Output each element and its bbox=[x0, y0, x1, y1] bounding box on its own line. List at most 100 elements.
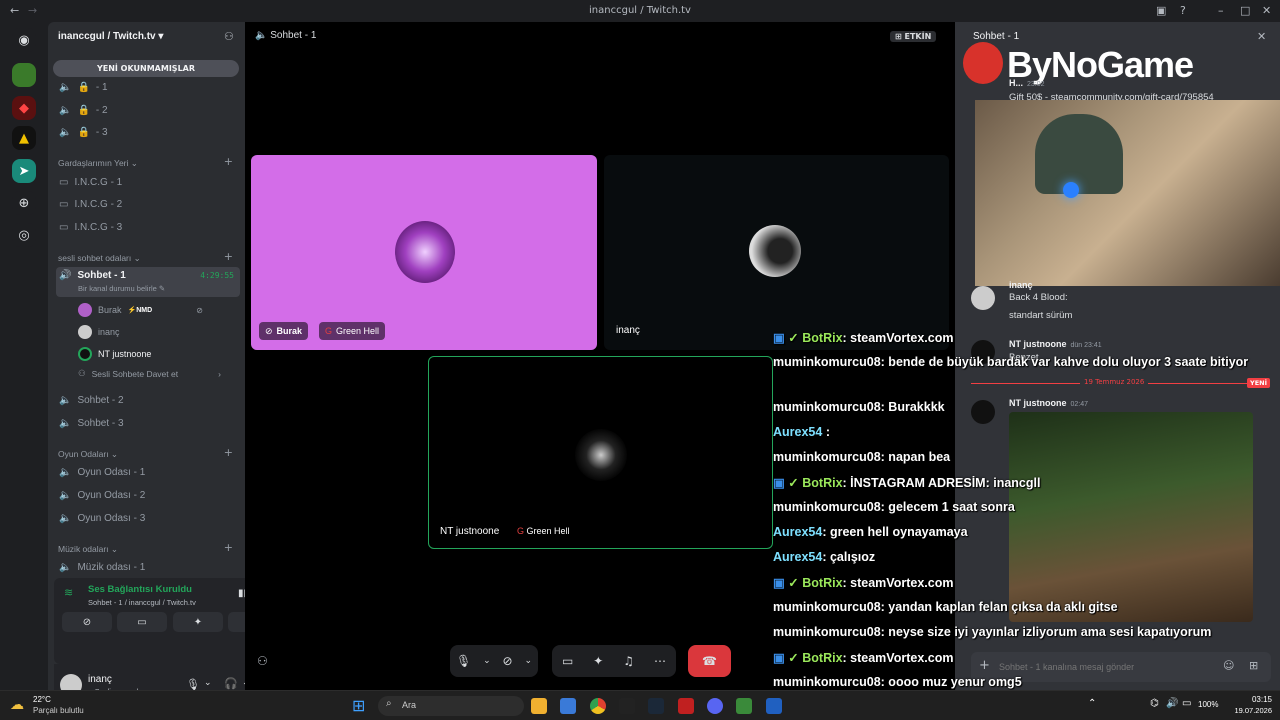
add-channel-icon[interactable]: + bbox=[224, 155, 233, 168]
app-icon-blue[interactable] bbox=[766, 698, 782, 714]
voice-member-inanc[interactable]: inanç bbox=[78, 325, 120, 339]
burak-avatar bbox=[395, 221, 455, 283]
text-channel-3[interactable]: ▭ I.N.C.G - 3 bbox=[56, 217, 240, 237]
chat-username: muminkomurcu08 bbox=[773, 625, 881, 639]
activities-button[interactable]: ✦ bbox=[173, 612, 223, 632]
invite-people-icon[interactable]: ⚇ bbox=[257, 654, 268, 668]
epic-games-icon[interactable] bbox=[619, 698, 635, 714]
chat-text: : yandan kaplan felan çıksa da aklı gits… bbox=[880, 600, 1118, 614]
camera-off-button[interactable]: ⊘ bbox=[62, 612, 112, 632]
server-icon-1[interactable] bbox=[12, 63, 36, 87]
volume-icon[interactable]: 🔊 bbox=[1166, 698, 1178, 709]
locked-channel-3[interactable]: 🔈 🔒 - 3 bbox=[56, 122, 240, 142]
more-options-icon[interactable]: ⋯ bbox=[654, 654, 666, 668]
nt-avatar bbox=[575, 429, 627, 481]
hang-up-button[interactable]: ☎ bbox=[688, 645, 731, 677]
voice-channel-2[interactable]: 🔈 Sohbet - 2 bbox=[56, 390, 240, 410]
weather-icon[interactable]: ☁ bbox=[10, 697, 24, 713]
tray-chevron-icon[interactable]: ⌃ bbox=[1088, 698, 1096, 709]
voice-channel-3[interactable]: 🔈 Sohbet - 3 bbox=[56, 413, 240, 433]
video-tile-inanc[interactable]: inanç bbox=[604, 155, 949, 350]
chevron-down-icon[interactable]: ⌄ bbox=[483, 656, 491, 666]
video-tile-burak[interactable]: ⊘ Burak G Green Hell bbox=[251, 155, 597, 350]
game-room-3[interactable]: 🔈 Oyun Odası - 3 bbox=[56, 508, 240, 528]
chrome-icon[interactable] bbox=[590, 698, 606, 714]
server-icon-inanccgul[interactable]: ◆ bbox=[12, 96, 36, 120]
microphone-icon[interactable]: 🎙 bbox=[456, 654, 471, 668]
game-room-2[interactable]: 🔈 Oyun Odası - 2 bbox=[56, 485, 240, 505]
invite-icon: ⚇ bbox=[78, 368, 86, 378]
file-explorer-icon[interactable] bbox=[531, 698, 547, 714]
inanc-avatar bbox=[749, 225, 801, 277]
close-panel-icon[interactable]: ✕ bbox=[1257, 30, 1266, 43]
store-icon[interactable] bbox=[560, 698, 576, 714]
steam-icon[interactable] bbox=[648, 698, 664, 714]
voice-member-burak[interactable]: Burak ⚡NMD ⊘ bbox=[78, 303, 203, 317]
server-name[interactable]: inanccgul / Twitch.tv ▾ bbox=[58, 31, 163, 42]
add-channel-icon[interactable]: + bbox=[224, 250, 233, 263]
chat-text: : gelecem 1 saat sonra bbox=[880, 500, 1015, 514]
network-icon[interactable]: ⌬ bbox=[1150, 698, 1159, 709]
app-icon-red[interactable] bbox=[678, 698, 694, 714]
nmd-badge: ⚡NMD bbox=[127, 307, 153, 314]
text-channel-icon: ▭ bbox=[59, 221, 69, 233]
category-sesli[interactable]: sesli sohbet odaları ⌄ bbox=[58, 253, 141, 264]
stream-chat-overlay: ▣ ✓ BotRix: steamVortex.com muminkomurcu0… bbox=[770, 330, 1280, 720]
game-room-1[interactable]: 🔈 Oyun Odası - 1 bbox=[56, 462, 240, 482]
video-tile-nt[interactable]: NT justnoone G Green Hell bbox=[428, 356, 773, 549]
inbox-icon[interactable]: ▣ bbox=[1156, 4, 1166, 17]
chevron-down-icon[interactable]: ⌄ bbox=[204, 678, 212, 688]
clock-time[interactable]: 03:15 bbox=[1232, 695, 1272, 704]
invite-to-voice[interactable]: ⚇ Sesli Sohbete Davet et › bbox=[78, 368, 221, 379]
chat-username: BotRix bbox=[802, 651, 843, 665]
send-icon[interactable]: ➤ bbox=[12, 159, 36, 183]
chat-text: : napan bea bbox=[880, 450, 951, 464]
music-room-1[interactable]: 🔈 Müzik odası - 1 bbox=[56, 557, 240, 577]
voice-channel-active[interactable]: 🔊 Sohbet - 1 4:29:55 Bir kanal durumu be… bbox=[56, 267, 240, 297]
add-server-icon[interactable]: ⊕ bbox=[12, 191, 36, 215]
verified-check-icon: ✓ bbox=[788, 576, 803, 590]
windows-start-icon[interactable]: ⊞ bbox=[352, 696, 365, 715]
category-muzik[interactable]: Müzik odaları ⌄ bbox=[58, 544, 118, 555]
locked-channel-1[interactable]: 🔈 🔒 - 1 bbox=[56, 77, 240, 97]
discord-home-icon[interactable]: ◉ bbox=[12, 28, 36, 52]
category-oyun[interactable]: Oyun Odaları ⌄ bbox=[58, 449, 118, 460]
channel-status-hint[interactable]: Bir kanal durumu belirle ✎ bbox=[78, 284, 165, 293]
add-channel-icon[interactable]: + bbox=[224, 446, 233, 459]
locked-channel-2[interactable]: 🔈 🔒 - 2 bbox=[56, 100, 240, 120]
connection-status[interactable]: Ses Bağlantısı Kuruldu bbox=[88, 584, 192, 595]
activity-badge[interactable]: ⊞ ETKİN bbox=[890, 31, 937, 42]
chevron-right-icon: › bbox=[218, 368, 221, 379]
minecraft-icon[interactable] bbox=[736, 698, 752, 714]
chevron-down-icon[interactable]: ⌄ bbox=[524, 656, 532, 666]
text-channel-1[interactable]: ▭ I.N.C.G - 1 bbox=[56, 172, 240, 192]
help-icon[interactable]: ? bbox=[1180, 4, 1186, 17]
server-icon-yellow[interactable]: ▲ bbox=[12, 126, 36, 150]
minimize-icon[interactable]: – bbox=[1218, 4, 1224, 17]
chat-message: muminkomurcu08: yandan kaplan felan çıks… bbox=[773, 600, 1118, 614]
soundboard-icon[interactable]: ♫ bbox=[623, 654, 634, 668]
headphones-icon[interactable]: 🎧 bbox=[224, 677, 238, 690]
discord-taskbar-icon[interactable] bbox=[707, 698, 723, 714]
activities-icon[interactable]: ✦ bbox=[593, 654, 603, 668]
screen-share-icon[interactable]: ▭ bbox=[562, 654, 573, 668]
locked-speaker-icon: 🔈 bbox=[59, 126, 72, 138]
speaker-icon: 🔈 bbox=[59, 466, 72, 478]
text-channel-2[interactable]: ▭ I.N.C.G - 2 bbox=[56, 194, 240, 214]
voice-member-nt[interactable]: NT justnoone bbox=[78, 347, 151, 361]
taskbar-search[interactable]: ⌕ Ara bbox=[378, 696, 524, 716]
chat-text: : steamVortex.com bbox=[842, 576, 954, 590]
camera-off-icon[interactable]: ⊘ bbox=[503, 654, 513, 668]
chat-text: : bende de büyük bardak var kahve dolu o… bbox=[880, 355, 1249, 369]
explore-icon[interactable]: ◎ bbox=[12, 223, 36, 247]
avatar bbox=[78, 347, 92, 361]
maximize-icon[interactable]: □ bbox=[1240, 4, 1250, 17]
add-channel-icon[interactable]: + bbox=[224, 541, 233, 554]
screen-share-button[interactable]: ▭ bbox=[117, 612, 167, 632]
battery-icon[interactable]: ▭ bbox=[1182, 698, 1191, 709]
unread-pill[interactable]: YENİ OKUNMAMIŞLAR bbox=[53, 60, 239, 77]
category-gardas[interactable]: Gardaşlarımın Yeri ⌄ bbox=[58, 158, 138, 169]
add-member-icon[interactable]: ⚇ bbox=[224, 30, 234, 43]
chat-username: muminkomurcu08 bbox=[773, 500, 881, 514]
close-window-icon[interactable]: ✕ bbox=[1262, 4, 1271, 17]
